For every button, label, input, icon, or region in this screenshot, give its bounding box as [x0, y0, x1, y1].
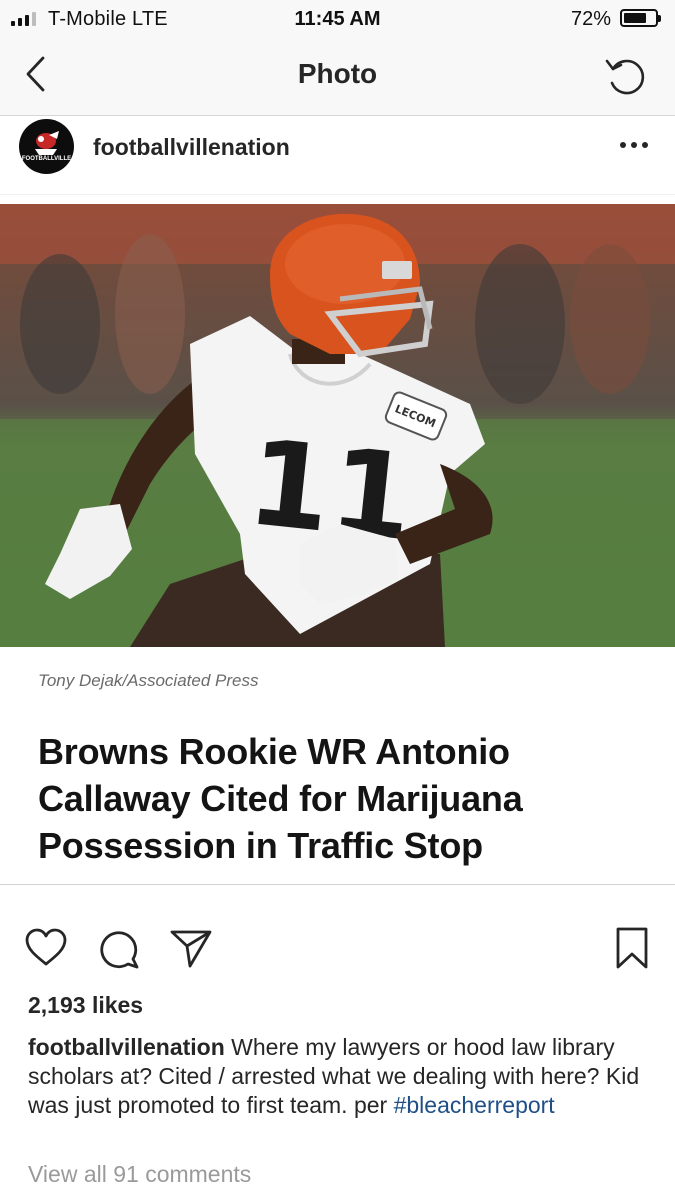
battery-icon [620, 9, 661, 27]
nav-bar: Photo [0, 38, 675, 116]
post-header: FOOTBALLVILLE footballvillenation [0, 116, 675, 195]
caption-hashtag[interactable]: #bleacherreport [394, 1092, 555, 1118]
caption-username[interactable]: footballvillenation [28, 1034, 225, 1060]
football-logo-icon [35, 131, 59, 155]
status-bar: T-Mobile LTE 11:45 AM 72% [0, 0, 675, 38]
avatar-logo-text: FOOTBALLVILLE [21, 156, 72, 162]
post-caption: footballvillenation Where my lawyers or … [28, 1033, 648, 1120]
view-comments-link[interactable]: View all 91 comments [28, 1161, 251, 1188]
more-options-button[interactable] [619, 138, 649, 152]
photo-credit: Tony Dejak/Associated Press [38, 671, 259, 690]
article-photo: 11 LECOM [0, 204, 675, 647]
football-player-illustration: 11 LECOM [0, 204, 675, 647]
image-divider [0, 884, 675, 885]
comment-icon [100, 931, 139, 969]
post-image[interactable]: 11 LECOM Tony Dejak/Associated Press Bro… [0, 195, 675, 885]
post-username[interactable]: footballvillenation [93, 134, 290, 161]
battery-percent: 72% [570, 8, 611, 30]
refresh-button[interactable] [603, 53, 649, 99]
like-button[interactable] [23, 926, 69, 968]
comment-button[interactable] [97, 926, 141, 970]
likes-count[interactable]: 2,193 likes [28, 992, 143, 1019]
paper-plane-icon [170, 930, 212, 968]
heart-icon [25, 928, 67, 966]
avatar[interactable]: FOOTBALLVILLE [19, 119, 74, 174]
bookmark-icon [616, 927, 648, 969]
page-title: Photo [297, 58, 378, 89]
refresh-icon [605, 59, 645, 95]
share-button[interactable] [168, 926, 214, 968]
article-headline: Browns Rookie WR Antonio Callaway Cited … [38, 731, 523, 866]
save-button[interactable] [613, 926, 651, 970]
ellipsis-icon [620, 142, 648, 148]
